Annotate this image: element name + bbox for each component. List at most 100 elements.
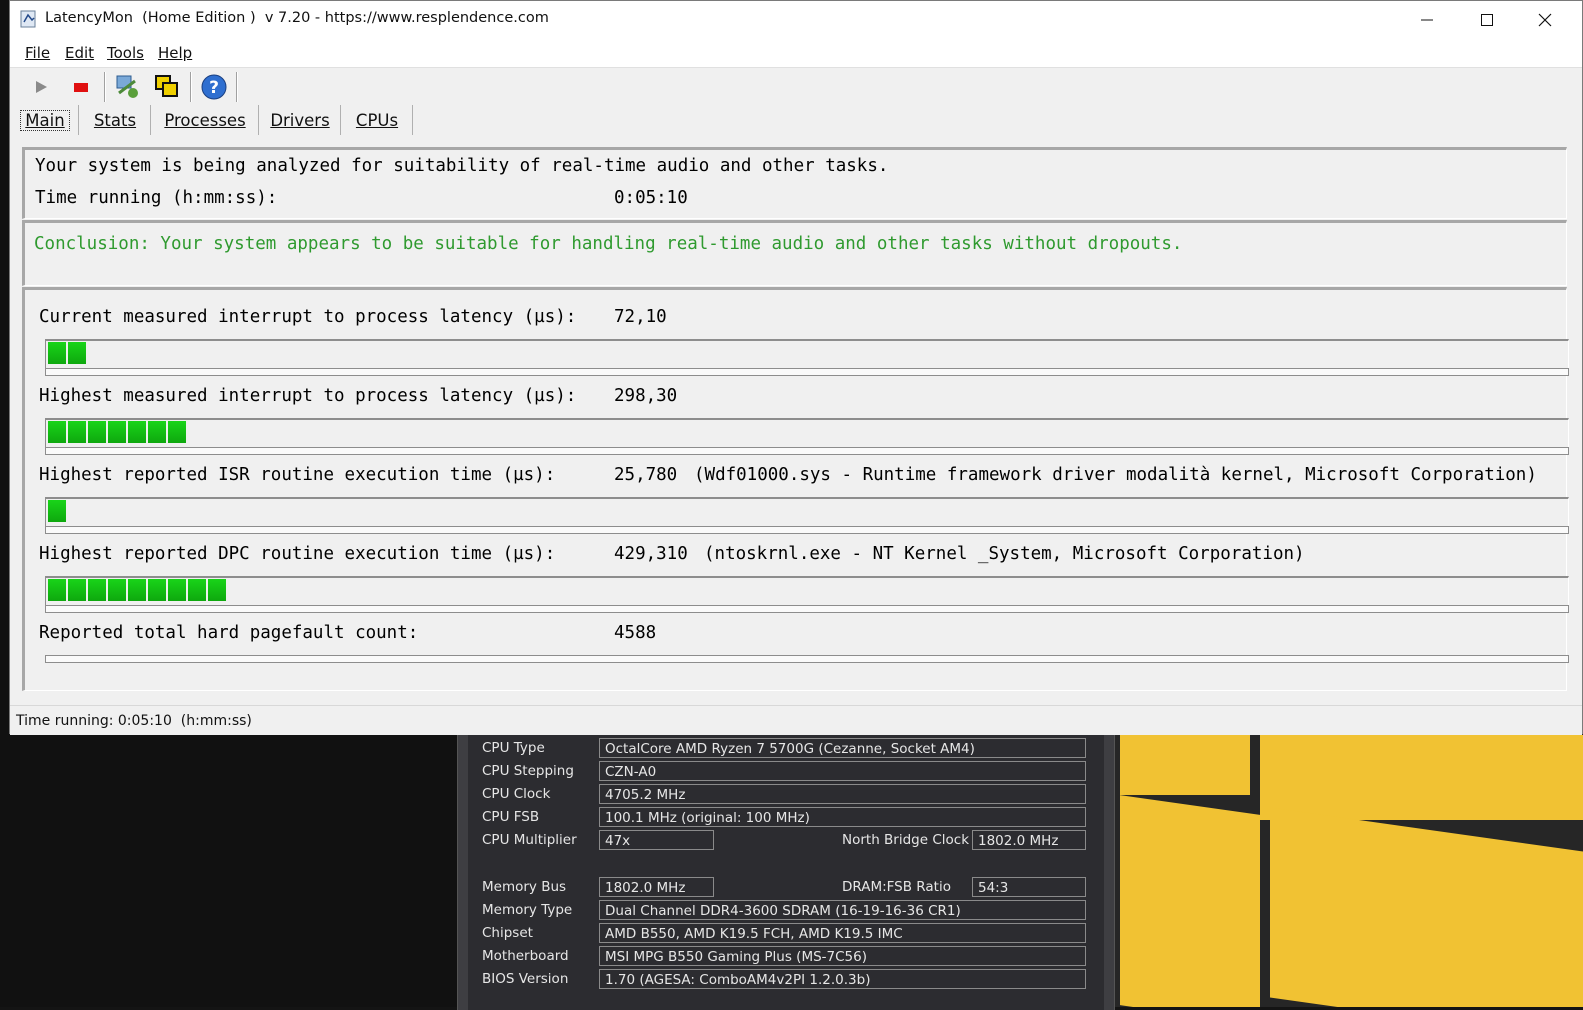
toolbar: ? (10, 68, 1582, 106)
bar-segment (148, 579, 166, 601)
bar-fill (48, 421, 188, 443)
bar-base (45, 605, 1569, 613)
bar-base (45, 655, 1569, 663)
close-icon (1538, 13, 1552, 27)
analysis-panel: Your system is being analyzed for suitab… (22, 147, 1567, 219)
motherboard-value: MSI MPG B550 Gaming Plus (MS-7C56) (599, 946, 1086, 966)
cpu-stepping-value: CZN-A0 (599, 761, 1086, 781)
status-bar: Time running: 0:05:10 (h:mm:ss) (10, 705, 1582, 735)
help-button[interactable]: ? (199, 72, 229, 102)
chipset-label: Chipset (482, 925, 533, 941)
menu-tools[interactable]: Tools (107, 44, 144, 62)
metric-value: 72,10 (614, 307, 667, 327)
bar-base (45, 368, 1569, 376)
toolbar-separator (190, 72, 192, 102)
motherboard-label: Motherboard (482, 948, 569, 964)
tab-stats[interactable]: Stats (80, 105, 151, 135)
start-button[interactable] (26, 72, 56, 102)
bar-segment (48, 500, 66, 522)
desktop-shape (1120, 735, 1250, 795)
minimize-button[interactable] (1398, 1, 1456, 39)
dram-ratio-label: DRAM:FSB Ratio (842, 879, 951, 895)
stop-button[interactable] (66, 72, 96, 102)
tab-main[interactable]: Main (12, 105, 79, 135)
bar-segment (108, 579, 126, 601)
cpu-multiplier-value: 47x (599, 830, 714, 850)
help-icon: ? (201, 74, 227, 100)
bar-segment (48, 342, 66, 364)
drivers-tool-button[interactable] (112, 72, 142, 102)
bar-base (45, 526, 1569, 534)
cpu-multiplier-label: CPU Multiplier (482, 832, 577, 848)
bar-fill (48, 579, 228, 601)
bar-segment (168, 579, 186, 601)
bar-segment (108, 421, 126, 443)
bar-segment (128, 579, 146, 601)
bar-segment (168, 421, 186, 443)
metric-value: 429,310 (614, 544, 688, 564)
cpu-type-label: CPU Type (482, 740, 545, 756)
bar-segment (128, 421, 146, 443)
bar-segment (88, 421, 106, 443)
bar-segment (208, 579, 226, 601)
desktop-shape (1260, 735, 1583, 820)
cpu-clock-label: CPU Clock (482, 786, 551, 802)
bar-fill (48, 342, 88, 364)
status-text: Time running: 0:05:10 (h:mm:ss) (16, 713, 252, 729)
time-running-value: 0:05:10 (614, 188, 688, 208)
tab-drivers[interactable]: Drivers (260, 105, 341, 135)
tab-cpus[interactable]: CPUs (342, 105, 413, 135)
metric-label: Current measured interrupt to process la… (39, 307, 577, 327)
bar-segment (188, 579, 206, 601)
metric-label: Highest reported ISR routine execution t… (39, 465, 556, 485)
metrics-panel: Current measured interrupt to process la… (22, 287, 1569, 691)
menu-help[interactable]: Help (158, 44, 192, 62)
conclusion-panel: Conclusion: Your system appears to be su… (22, 220, 1567, 286)
metric-value: 25,780 (614, 465, 678, 485)
bar-segment (68, 421, 86, 443)
cpu-fsb-value: 100.1 MHz (original: 100 MHz) (599, 807, 1086, 827)
toolbar-separator (104, 72, 106, 102)
nb-clock-label: North Bridge Clock (842, 832, 970, 848)
memory-type-label: Memory Type (482, 902, 573, 918)
bar-segment (48, 579, 66, 601)
stop-icon (74, 83, 88, 92)
metric-detail: (Wdf01000.sys - Runtime framework driver… (694, 465, 1537, 485)
title-bar[interactable]: LatencyMon (Home Edition ) v 7.20 - http… (10, 1, 1582, 39)
tab-bar: Main Stats Processes Drivers CPUs (10, 105, 1582, 139)
close-button[interactable] (1516, 1, 1574, 39)
memory-bus-value: 1802.0 MHz (599, 877, 714, 897)
memory-type-value: Dual Channel DDR4-3600 SDRAM (16-19-16-3… (599, 900, 1086, 920)
nb-clock-value: 1802.0 MHz (972, 830, 1086, 850)
bios-label: BIOS Version (482, 971, 569, 987)
windows-tool-button[interactable] (152, 72, 182, 102)
maximize-button[interactable] (1458, 1, 1516, 39)
app-icon (20, 10, 36, 28)
window-title: LatencyMon (Home Edition ) v 7.20 - http… (45, 10, 549, 26)
cpu-clock-value: 4705.2 MHz (599, 784, 1086, 804)
time-running-label: Time running (h:mm:ss): (35, 188, 278, 208)
cpu-stepping-label: CPU Stepping (482, 763, 574, 779)
menu-file[interactable]: File (25, 44, 50, 62)
latencymon-window: LatencyMon (Home Edition ) v 7.20 - http… (9, 0, 1583, 735)
bar-segment (68, 579, 86, 601)
chipset-value: AMD B550, AMD K19.5 FCH, AMD K19.5 IMC (599, 923, 1086, 943)
menu-edit[interactable]: Edit (65, 44, 94, 62)
bios-value: 1.70 (AGESA: ComboAM4v2PI 1.2.0.3b) (599, 969, 1086, 989)
dram-ratio-value: 54:3 (972, 877, 1086, 897)
analysis-text: Your system is being analyzed for suitab… (35, 156, 889, 176)
svg-text:?: ? (209, 78, 219, 98)
bar-segment (48, 421, 66, 443)
metric-label: Reported total hard pagefault count: (39, 623, 419, 643)
bar-segment (148, 421, 166, 443)
windows-icon (155, 75, 178, 97)
tab-processes[interactable]: Processes (152, 105, 259, 135)
bar-base (45, 447, 1569, 455)
metric-value: 4588 (614, 623, 657, 643)
metric-label: Highest reported DPC routine execution t… (39, 544, 556, 564)
desktop-shape (1120, 795, 1260, 1007)
cpu-type-value: OctalCore AMD Ryzen 7 5700G (Cezanne, So… (599, 738, 1086, 758)
bar-segment (88, 579, 106, 601)
metric-detail: (ntoskrnl.exe - NT Kernel _System, Micro… (704, 544, 1305, 564)
hardware-icon (116, 75, 138, 98)
